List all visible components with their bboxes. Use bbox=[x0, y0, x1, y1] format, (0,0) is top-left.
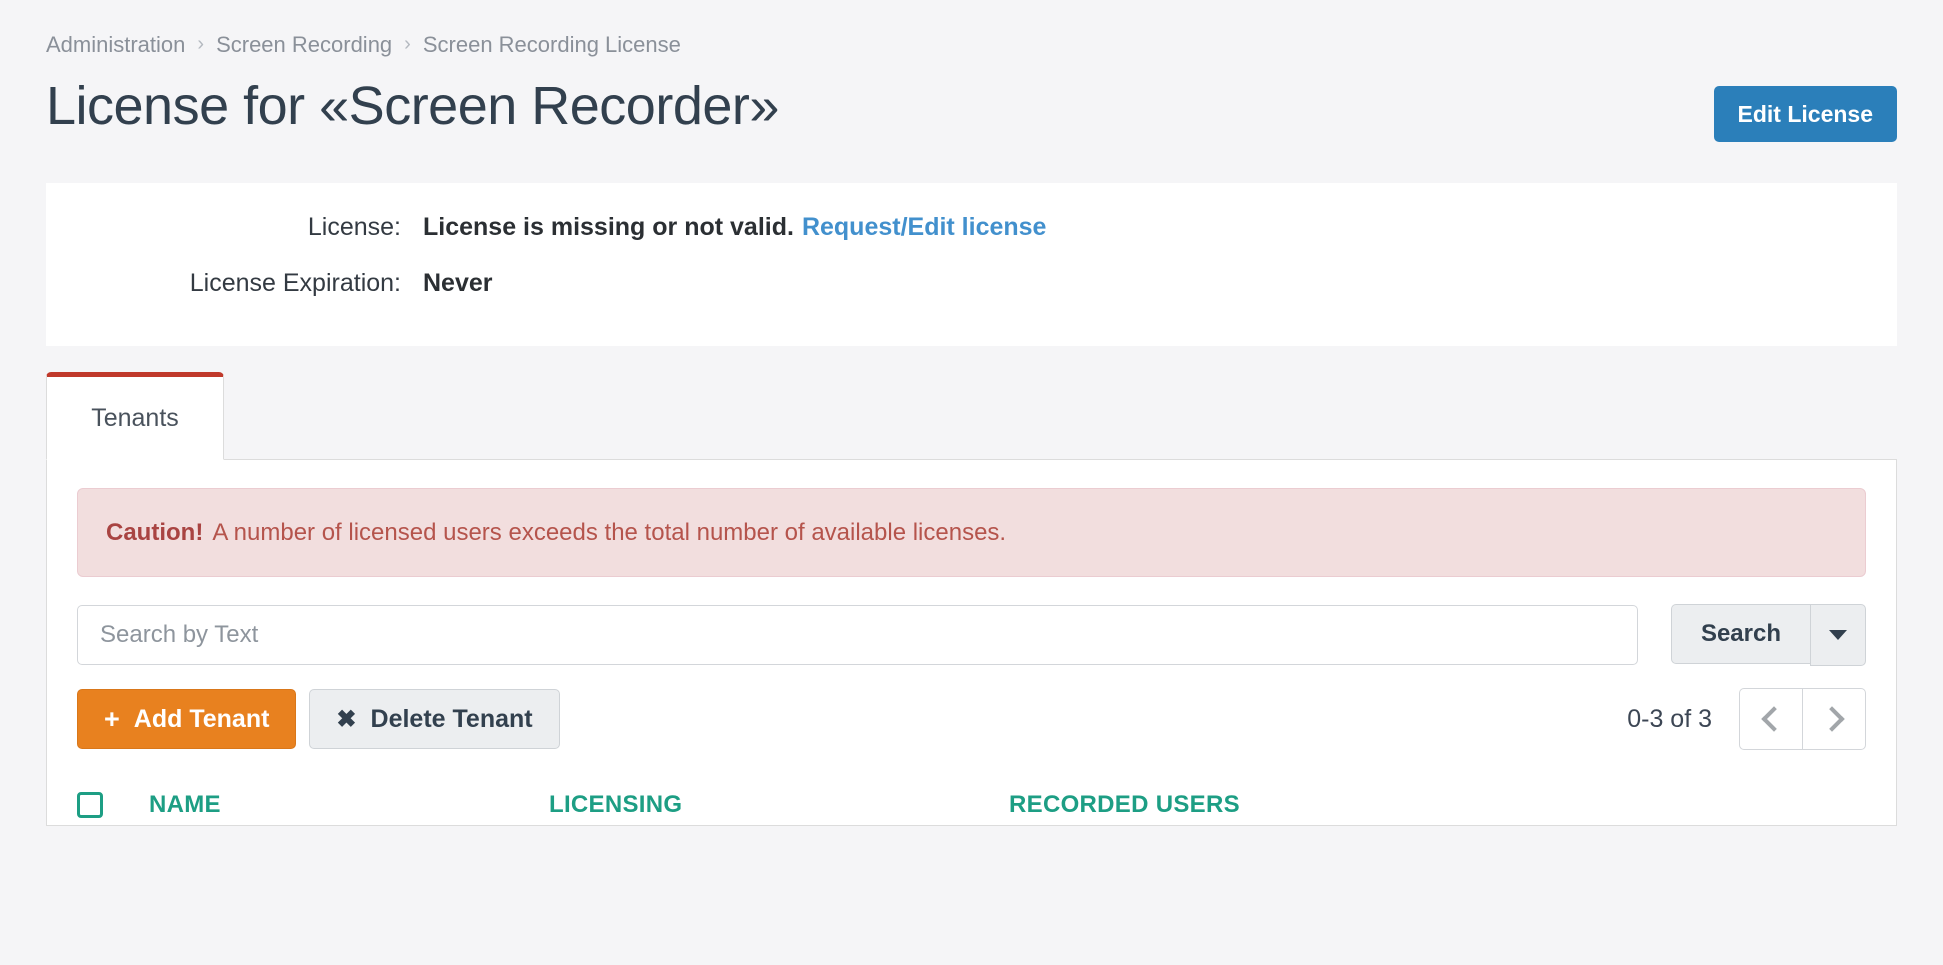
search-button[interactable]: Search bbox=[1670, 604, 1810, 664]
license-summary-card: License: License is missing or not valid… bbox=[46, 183, 1897, 346]
plus-icon: + bbox=[104, 703, 120, 734]
page-title: License for «Screen Recorder» bbox=[46, 76, 779, 136]
tab-panel-tenants: Caution! A number of licensed users exce… bbox=[46, 459, 1897, 826]
delete-tenant-button[interactable]: ✖ Delete Tenant bbox=[309, 689, 560, 749]
column-header-name[interactable]: NAME bbox=[149, 791, 549, 819]
caution-alert: Caution! A number of licensed users exce… bbox=[77, 488, 1866, 577]
breadcrumb-separator-icon: › bbox=[197, 33, 205, 55]
breadcrumb-item-screen-recording[interactable]: Screen Recording bbox=[216, 30, 392, 60]
breadcrumb-item-screen-recording-license[interactable]: Screen Recording License bbox=[423, 30, 681, 60]
chevron-down-icon bbox=[1829, 630, 1847, 640]
column-header-recorded-users[interactable]: RECORDED USERS bbox=[1009, 791, 1469, 819]
pagination-range: 0-3 of 3 bbox=[1627, 704, 1712, 733]
search-options-dropdown-button[interactable] bbox=[1810, 604, 1866, 666]
tab-tenants-label: Tenants bbox=[91, 403, 179, 432]
search-input[interactable] bbox=[77, 605, 1638, 665]
checkbox-icon[interactable] bbox=[77, 792, 103, 818]
pagination: 0-3 of 3 bbox=[1627, 688, 1866, 750]
search-row: Search bbox=[77, 604, 1866, 666]
breadcrumb: Administration › Screen Recording › Scre… bbox=[46, 0, 1897, 60]
add-tenant-label: Add Tenant bbox=[133, 704, 270, 733]
page-root: Administration › Screen Recording › Scre… bbox=[0, 0, 1943, 965]
license-status-text: License is missing or not valid. bbox=[423, 213, 794, 241]
toolbar-row: + Add Tenant ✖ Delete Tenant 0-3 of 3 bbox=[77, 688, 1866, 750]
caution-alert-text: A number of licensed users exceeds the t… bbox=[212, 518, 1007, 546]
previous-page-button[interactable] bbox=[1739, 688, 1802, 750]
select-all-cell bbox=[77, 792, 149, 818]
breadcrumb-separator-icon: › bbox=[404, 33, 411, 55]
edit-license-button[interactable]: Edit License bbox=[1713, 86, 1897, 142]
license-label: License: bbox=[307, 213, 401, 241]
column-header-licensing[interactable]: LICENSING bbox=[549, 791, 1009, 819]
page-header: License for «Screen Recorder» Edit Licen… bbox=[46, 74, 1897, 152]
license-expiration-row: License Expiration: Never bbox=[46, 269, 1897, 325]
pager-buttons bbox=[1739, 688, 1866, 750]
breadcrumb-item-administration[interactable]: Administration bbox=[46, 30, 185, 60]
tabs-section: Tenants Caution! A number of licensed us… bbox=[46, 372, 1897, 826]
add-tenant-button[interactable]: + Add Tenant bbox=[77, 689, 297, 749]
tab-strip: Tenants bbox=[46, 372, 1897, 460]
request-edit-license-link[interactable]: Request/Edit license bbox=[802, 213, 1047, 241]
license-expiration-value: Never bbox=[423, 269, 493, 297]
license-status-row: License: License is missing or not valid… bbox=[46, 213, 1897, 269]
tenants-table-header: NAME LICENSING RECORDED USERS bbox=[77, 785, 1866, 825]
next-page-button[interactable] bbox=[1802, 688, 1866, 750]
license-value: License is missing or not valid. Request/… bbox=[423, 213, 1046, 242]
chevron-left-icon bbox=[1760, 706, 1787, 732]
search-button-group: Search bbox=[1670, 604, 1866, 666]
license-expiration-label: License Expiration: bbox=[189, 269, 401, 297]
toolbar-actions: + Add Tenant ✖ Delete Tenant bbox=[77, 689, 560, 749]
caution-alert-title: Caution! bbox=[106, 518, 204, 546]
chevron-right-icon bbox=[1818, 706, 1845, 732]
tab-tenants[interactable]: Tenants bbox=[46, 372, 224, 460]
delete-tenant-label: Delete Tenant bbox=[370, 704, 533, 733]
close-icon: ✖ bbox=[336, 705, 357, 733]
